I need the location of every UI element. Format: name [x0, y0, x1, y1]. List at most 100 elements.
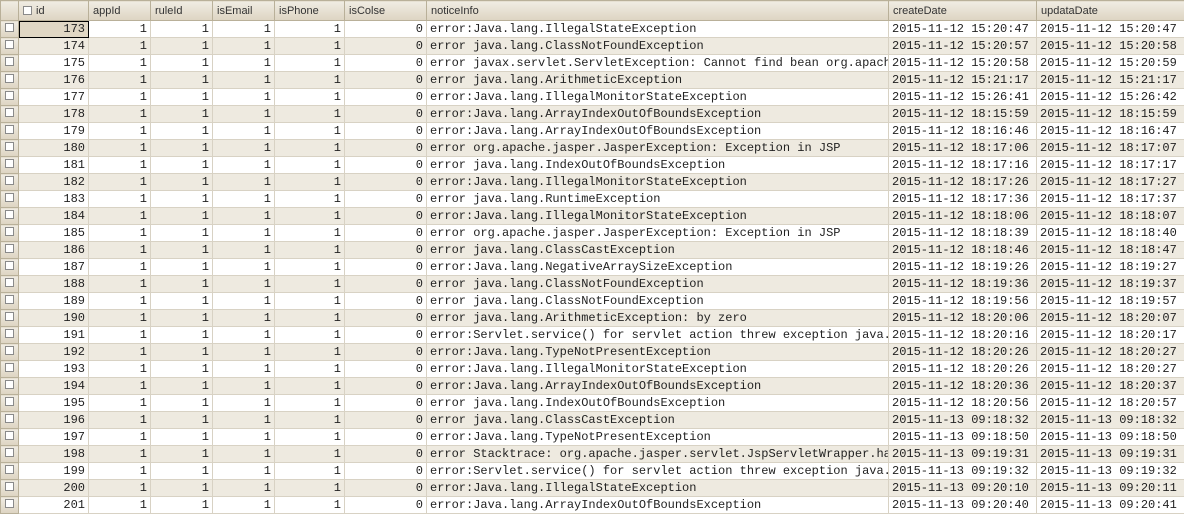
row-gutter[interactable]	[1, 123, 19, 140]
cell-createDate[interactable]: 2015-11-12 15:20:58	[889, 55, 1037, 72]
cell-ruleId[interactable]: 1	[151, 276, 213, 293]
cell-isPhone[interactable]: 1	[275, 344, 345, 361]
cell-noticeInfo[interactable]: error:Java.lang.IllegalMonitorStateExcep…	[427, 361, 889, 378]
checkbox-icon[interactable]	[5, 23, 14, 32]
table-row[interactable]: 18711110error:Java.lang.NegativeArraySiz…	[1, 259, 1184, 276]
cell-ruleId[interactable]: 1	[151, 140, 213, 157]
checkbox-icon[interactable]	[5, 159, 14, 168]
table-row[interactable]: 17311110error:Java.lang.IllegalStateExce…	[1, 21, 1184, 38]
cell-id[interactable]: 177	[19, 89, 89, 106]
cell-createDate[interactable]: 2015-11-12 18:19:56	[889, 293, 1037, 310]
cell-isPhone[interactable]: 1	[275, 259, 345, 276]
table-row[interactable]: 17811110error:Java.lang.ArrayIndexOutOfB…	[1, 106, 1184, 123]
cell-createDate[interactable]: 2015-11-12 18:20:56	[889, 395, 1037, 412]
checkbox-icon[interactable]	[5, 380, 14, 389]
cell-id[interactable]: 178	[19, 106, 89, 123]
cell-updataDate[interactable]: 2015-11-12 18:17:27	[1037, 174, 1184, 191]
cell-id[interactable]: 185	[19, 225, 89, 242]
cell-noticeInfo[interactable]: error:Java.lang.IllegalMonitorStateExcep…	[427, 208, 889, 225]
checkbox-icon[interactable]	[5, 346, 14, 355]
column-header-updataDate[interactable]: updataDate	[1037, 1, 1184, 21]
table-row[interactable]: 18811110error java.lang.ClassNotFoundExc…	[1, 276, 1184, 293]
row-gutter[interactable]	[1, 259, 19, 276]
cell-appId[interactable]: 1	[89, 174, 151, 191]
cell-isPhone[interactable]: 1	[275, 21, 345, 38]
cell-noticeInfo[interactable]: error:Java.lang.ArrayIndexOutOfBoundsExc…	[427, 123, 889, 140]
cell-updataDate[interactable]: 2015-11-12 18:18:40	[1037, 225, 1184, 242]
table-row[interactable]: 19311110error:Java.lang.IllegalMonitorSt…	[1, 361, 1184, 378]
cell-id[interactable]: 198	[19, 446, 89, 463]
cell-ruleId[interactable]: 1	[151, 395, 213, 412]
row-gutter[interactable]	[1, 21, 19, 38]
cell-isPhone[interactable]: 1	[275, 429, 345, 446]
row-gutter[interactable]	[1, 463, 19, 480]
cell-isColse[interactable]: 0	[345, 208, 427, 225]
cell-noticeInfo[interactable]: error:Java.lang.ArrayIndexOutOfBoundsExc…	[427, 106, 889, 123]
column-header-noticeInfo[interactable]: noticeInfo	[427, 1, 889, 21]
table-row[interactable]: 19111110error:Servlet.service() for serv…	[1, 327, 1184, 344]
cell-createDate[interactable]: 2015-11-13 09:20:40	[889, 497, 1037, 514]
cell-updataDate[interactable]: 2015-11-12 18:20:17	[1037, 327, 1184, 344]
cell-isPhone[interactable]: 1	[275, 225, 345, 242]
cell-noticeInfo[interactable]: error:Java.lang.ArrayIndexOutOfBoundsExc…	[427, 378, 889, 395]
cell-noticeInfo[interactable]: error java.lang.ClassCastException	[427, 242, 889, 259]
cell-id[interactable]: 199	[19, 463, 89, 480]
checkbox-icon[interactable]	[5, 261, 14, 270]
cell-noticeInfo[interactable]: error:Java.lang.IllegalMonitorStateExcep…	[427, 174, 889, 191]
cell-createDate[interactable]: 2015-11-12 18:20:36	[889, 378, 1037, 395]
cell-noticeInfo[interactable]: error:Java.lang.IllegalStateException	[427, 21, 889, 38]
cell-ruleId[interactable]: 1	[151, 174, 213, 191]
cell-createDate[interactable]: 2015-11-12 18:17:06	[889, 140, 1037, 157]
cell-isPhone[interactable]: 1	[275, 242, 345, 259]
cell-appId[interactable]: 1	[89, 106, 151, 123]
cell-updataDate[interactable]: 2015-11-13 09:18:32	[1037, 412, 1184, 429]
cell-ruleId[interactable]: 1	[151, 344, 213, 361]
cell-isEmail[interactable]: 1	[213, 89, 275, 106]
cell-ruleId[interactable]: 1	[151, 361, 213, 378]
table-row[interactable]: 19711110error:Java.lang.TypeNotPresentEx…	[1, 429, 1184, 446]
cell-createDate[interactable]: 2015-11-12 18:20:16	[889, 327, 1037, 344]
cell-updataDate[interactable]: 2015-11-12 18:18:47	[1037, 242, 1184, 259]
cell-isColse[interactable]: 0	[345, 21, 427, 38]
checkbox-icon[interactable]	[5, 125, 14, 134]
cell-updataDate[interactable]: 2015-11-13 09:19:31	[1037, 446, 1184, 463]
cell-isColse[interactable]: 0	[345, 174, 427, 191]
cell-isColse[interactable]: 0	[345, 225, 427, 242]
cell-ruleId[interactable]: 1	[151, 55, 213, 72]
cell-isColse[interactable]: 0	[345, 38, 427, 55]
cell-id[interactable]: 180	[19, 140, 89, 157]
cell-isEmail[interactable]: 1	[213, 140, 275, 157]
cell-isPhone[interactable]: 1	[275, 378, 345, 395]
cell-isColse[interactable]: 0	[345, 395, 427, 412]
cell-isColse[interactable]: 0	[345, 463, 427, 480]
row-gutter[interactable]	[1, 344, 19, 361]
cell-ruleId[interactable]: 1	[151, 293, 213, 310]
table-row[interactable]: 18911110error java.lang.ClassNotFoundExc…	[1, 293, 1184, 310]
cell-createDate[interactable]: 2015-11-12 18:16:46	[889, 123, 1037, 140]
cell-isEmail[interactable]: 1	[213, 361, 275, 378]
cell-isPhone[interactable]: 1	[275, 497, 345, 514]
cell-isEmail[interactable]: 1	[213, 463, 275, 480]
cell-updataDate[interactable]: 2015-11-12 18:19:57	[1037, 293, 1184, 310]
cell-noticeInfo[interactable]: error java.lang.RuntimeException	[427, 191, 889, 208]
cell-createDate[interactable]: 2015-11-13 09:18:32	[889, 412, 1037, 429]
cell-createDate[interactable]: 2015-11-12 18:17:16	[889, 157, 1037, 174]
cell-isEmail[interactable]: 1	[213, 174, 275, 191]
cell-isEmail[interactable]: 1	[213, 480, 275, 497]
cell-noticeInfo[interactable]: error java.lang.IndexOutOfBoundsExceptio…	[427, 157, 889, 174]
cell-isEmail[interactable]: 1	[213, 378, 275, 395]
column-header-id[interactable]: id	[19, 1, 89, 21]
table-row[interactable]: 17911110error:Java.lang.ArrayIndexOutOfB…	[1, 123, 1184, 140]
cell-isPhone[interactable]: 1	[275, 276, 345, 293]
table-row[interactable]: 18411110error:Java.lang.IllegalMonitorSt…	[1, 208, 1184, 225]
checkbox-icon[interactable]	[5, 244, 14, 253]
cell-isPhone[interactable]: 1	[275, 480, 345, 497]
cell-ruleId[interactable]: 1	[151, 497, 213, 514]
cell-appId[interactable]: 1	[89, 310, 151, 327]
cell-ruleId[interactable]: 1	[151, 191, 213, 208]
cell-updataDate[interactable]: 2015-11-12 18:17:37	[1037, 191, 1184, 208]
cell-createDate[interactable]: 2015-11-13 09:19:31	[889, 446, 1037, 463]
table-row[interactable]: 19511110error java.lang.IndexOutOfBounds…	[1, 395, 1184, 412]
cell-updataDate[interactable]: 2015-11-12 18:20:57	[1037, 395, 1184, 412]
cell-isPhone[interactable]: 1	[275, 140, 345, 157]
